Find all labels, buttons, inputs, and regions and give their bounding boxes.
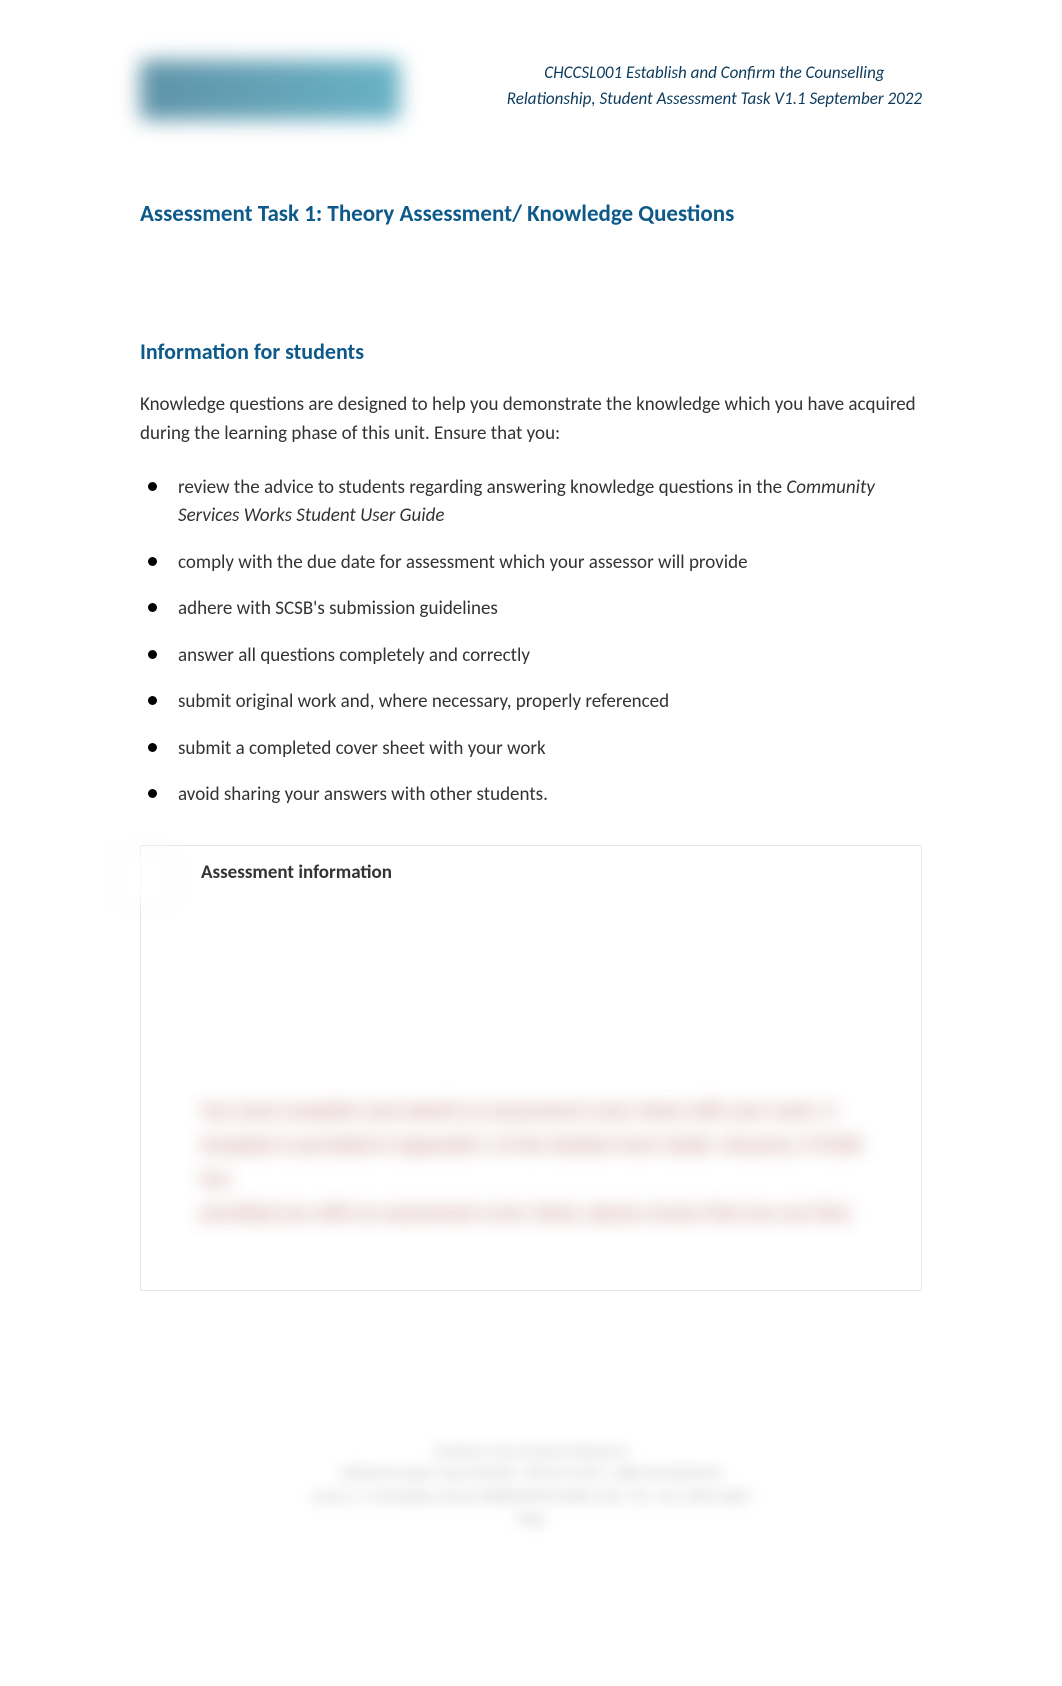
assessment-info-box: Assessment information You must complete… [140, 845, 922, 1291]
blurred-line: You must complete and submit an assessme… [201, 1094, 891, 1128]
info-box-title: Assessment information [201, 861, 891, 884]
list-item: submit original work and, where necessar… [140, 688, 922, 717]
bullet-text: avoid sharing your answers with other st… [178, 783, 548, 806]
bullet-list: review the advice to students regarding … [140, 474, 922, 810]
bullet-text: review the advice to students regarding … [178, 476, 786, 499]
list-item: submit a completed cover sheet with your… [140, 735, 922, 764]
footer-line: Level 2, 1-3 Fitzwilliam Street PARRAMAT… [140, 1486, 922, 1508]
footer-line: CRICOS Provider Code 03523D | RTO ID 412… [140, 1463, 922, 1485]
logo-image [140, 60, 400, 120]
section-subtitle: Information for students [140, 338, 922, 365]
footer-line: Page [140, 1508, 922, 1530]
page-title: Assessment Task 1: Theory Assessment/ Kn… [140, 200, 922, 228]
bullet-text: comply with the due date for assessment … [178, 551, 748, 574]
blurred-content: You must complete and submit an assessme… [201, 1094, 891, 1230]
header-line-2: Relationship, Student Assessment Task V1… [507, 88, 922, 109]
blurred-line: provided you with an assessment cover sh… [201, 1196, 891, 1230]
list-item: comply with the due date for assessment … [140, 549, 922, 578]
bullet-text: submit original work and, where necessar… [178, 690, 669, 713]
header-line-1: CHCCSL001 Establish and Confirm the Coun… [544, 62, 884, 83]
intro-paragraph: Knowledge questions are designed to help… [140, 390, 922, 449]
footer-line: Southern Cross School of Business [140, 1441, 922, 1463]
list-item: adhere with SCSB's submission guidelines [140, 595, 922, 624]
page-footer: Southern Cross School of Business CRICOS… [140, 1441, 922, 1531]
blurred-line: template is provided in Appendix C of th… [201, 1128, 891, 1196]
list-item: answer all questions completely and corr… [140, 642, 922, 671]
bullet-text: adhere with SCSB's submission guidelines [178, 597, 498, 620]
document-header: CHCCSL001 Establish and Confirm the Coun… [507, 60, 922, 111]
bullet-text: answer all questions completely and corr… [178, 644, 530, 667]
list-item: avoid sharing your answers with other st… [140, 781, 922, 810]
info-icon [116, 848, 174, 906]
bullet-text: submit a completed cover sheet with your… [178, 737, 546, 760]
list-item: review the advice to students regarding … [140, 474, 922, 531]
